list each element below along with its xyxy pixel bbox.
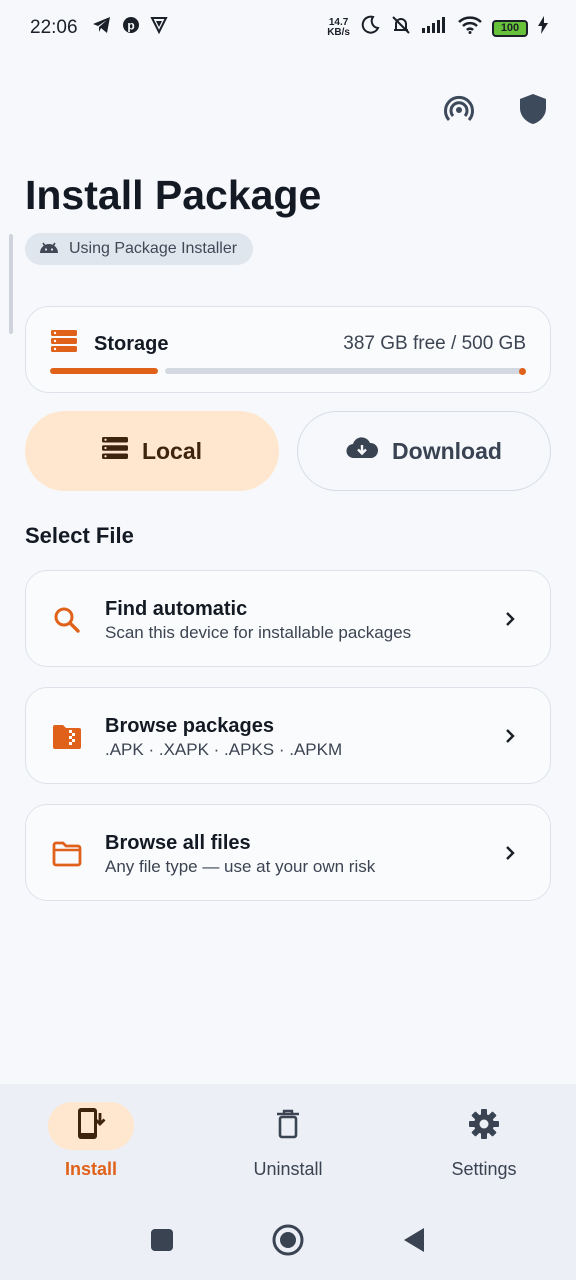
local-tab[interactable]: Local xyxy=(25,411,279,491)
download-tab[interactable]: Download xyxy=(297,411,551,491)
nav-settings-indicator xyxy=(441,1102,527,1150)
telegram-icon xyxy=(92,16,112,40)
bottom-navigation: Install Uninstall Settings xyxy=(0,1084,576,1200)
recents-button[interactable] xyxy=(146,1224,178,1256)
browse-packages-item[interactable]: Browse packages .APK · .XAPK · .APKS · .… xyxy=(25,687,551,784)
vpn-icon xyxy=(149,16,168,40)
installer-chip-label: Using Package Installer xyxy=(69,240,238,257)
wifi-icon xyxy=(458,16,482,40)
broadcast-icon[interactable] xyxy=(442,92,476,126)
search-icon xyxy=(52,605,82,635)
chevron-right-icon xyxy=(500,726,520,746)
storage-list-icon xyxy=(101,437,128,465)
archive-folder-icon xyxy=(52,722,82,752)
charging-icon xyxy=(538,16,548,40)
chevron-right-icon xyxy=(500,843,520,863)
nav-uninstall-indicator xyxy=(245,1102,331,1150)
scroll-indicator xyxy=(9,234,13,334)
list-item-title: Browse all files xyxy=(105,832,251,854)
storage-progress-end-dot xyxy=(519,367,526,375)
shield-icon[interactable] xyxy=(516,92,550,126)
list-item-title: Browse packages xyxy=(105,715,274,737)
status-bar-left: 22:06 p xyxy=(30,16,168,40)
nav-uninstall-label: Uninstall xyxy=(253,1159,323,1179)
gear-icon xyxy=(468,1108,500,1145)
network-speed-unit: KB/s xyxy=(327,27,350,38)
download-tab-label: Download xyxy=(392,437,502,464)
storage-header: Storage 387 GB free / 500 GB xyxy=(50,329,526,359)
battery-icon: 100 xyxy=(492,19,528,37)
status-bar: 22:06 p 14.7 KB/s 100 xyxy=(0,0,576,56)
moon-icon xyxy=(360,15,380,41)
status-time: 22:06 xyxy=(30,17,78,38)
cloud-download-icon xyxy=(346,437,379,465)
list-item-subtitle: Any file type — use at your own risk xyxy=(105,857,376,876)
home-button[interactable] xyxy=(272,1224,304,1256)
storage-progress-remaining xyxy=(165,367,526,375)
page-title: Install Package xyxy=(25,172,322,218)
list-item-subtitle: .APK · .XAPK · .APKS · .APKM xyxy=(105,740,343,759)
nav-uninstall[interactable]: Uninstall xyxy=(218,1102,358,1180)
android-icon xyxy=(39,240,59,259)
nav-settings-label: Settings xyxy=(451,1159,517,1179)
status-bar-right: 14.7 KB/s 100 xyxy=(327,15,548,41)
svg-text:p: p xyxy=(127,19,134,33)
header-actions xyxy=(442,92,550,126)
storage-icon xyxy=(50,329,78,359)
local-tab-label: Local xyxy=(141,437,203,464)
system-navigation xyxy=(0,1200,576,1280)
list-item-subtitle: Scan this device for installable package… xyxy=(105,623,412,642)
storage-card: Storage 387 GB free / 500 GB xyxy=(25,306,551,393)
browse-all-files-item[interactable]: Browse all files Any file type — use at … xyxy=(25,804,551,901)
select-file-heading: Select File xyxy=(25,523,134,548)
nav-install-indicator xyxy=(48,1102,134,1150)
storage-value: 387 GB free / 500 GB xyxy=(343,333,526,354)
storage-progress xyxy=(50,367,526,375)
storage-progress-fill xyxy=(50,368,158,374)
find-automatic-item[interactable]: Find automatic Scan this device for inst… xyxy=(25,570,551,667)
trash-icon xyxy=(276,1109,300,1144)
signal-icon xyxy=(422,17,448,39)
nav-install-label: Install xyxy=(64,1159,117,1179)
folder-icon xyxy=(52,839,82,869)
install-phone-icon xyxy=(76,1107,106,1146)
list-item-title: Find automatic xyxy=(105,598,248,620)
silent-icon xyxy=(390,15,412,41)
back-button[interactable] xyxy=(398,1224,430,1256)
nav-install[interactable]: Install xyxy=(21,1102,161,1180)
network-speed: 14.7 KB/s xyxy=(327,18,350,38)
storage-label: Storage xyxy=(94,332,169,355)
pinterest-icon: p xyxy=(122,16,140,40)
storage-title: Storage xyxy=(50,329,168,359)
installer-chip[interactable]: Using Package Installer xyxy=(25,233,254,265)
nav-settings[interactable]: Settings xyxy=(414,1102,554,1180)
chevron-right-icon xyxy=(500,609,520,629)
